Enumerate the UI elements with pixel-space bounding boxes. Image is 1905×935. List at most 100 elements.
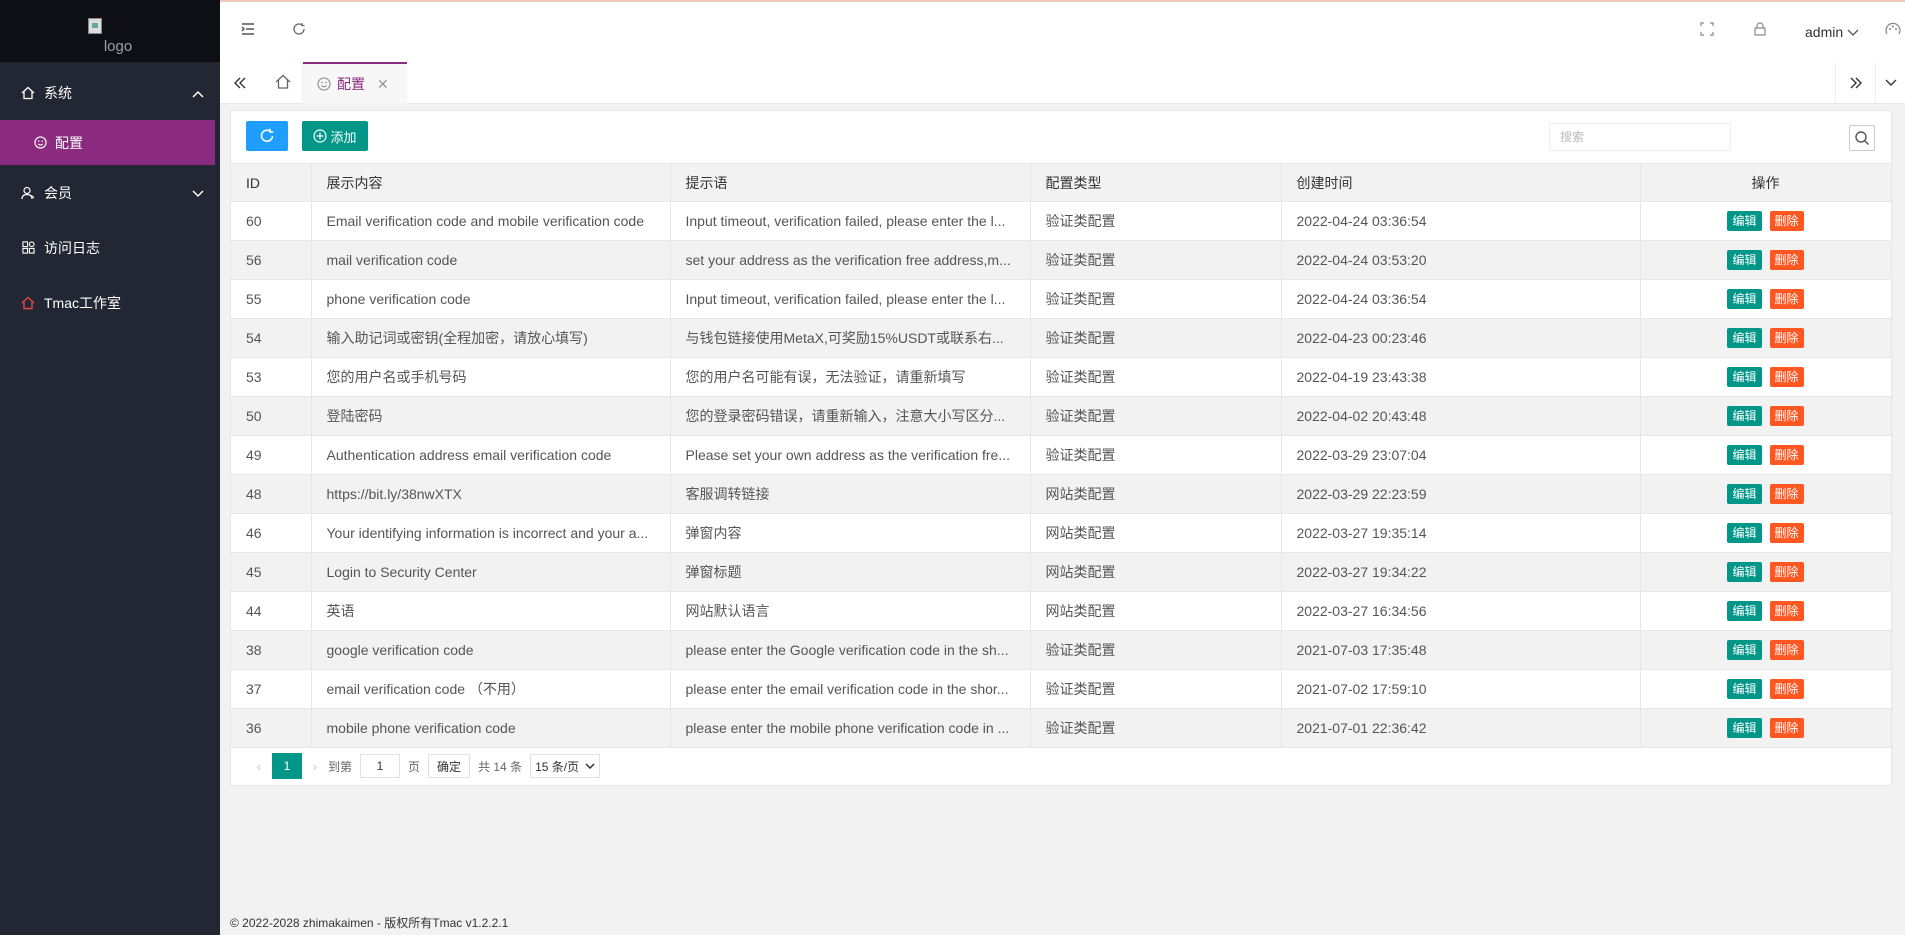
top-header: admin [220, 0, 1905, 62]
delete-button[interactable]: 删除 [1769, 562, 1804, 582]
sidebar-item-label: Tmac工作室 [44, 294, 121, 311]
edit-button[interactable]: 编辑 [1727, 601, 1762, 621]
edit-button[interactable]: 编辑 [1727, 640, 1762, 660]
page-current[interactable]: 1 [272, 753, 302, 779]
delete-button[interactable]: 删除 [1769, 445, 1804, 465]
edit-button[interactable]: 编辑 [1727, 289, 1762, 309]
table-row[interactable]: 53 您的用户名或手机号码 您的用户名可能有误，无法验证，请重新填写 验证类配置 202… [231, 357, 1892, 397]
cell-id: 56 [231, 240, 312, 280]
edit-button[interactable]: 编辑 [1727, 328, 1762, 348]
table-row[interactable]: 44 英语 网站默认语言 网站类配置 2022-03-27 16:34:56 编辑 删除 [231, 591, 1892, 631]
edit-button[interactable]: 编辑 [1727, 367, 1762, 387]
cell-id: 37 [231, 669, 312, 709]
page-jump-input[interactable]: 1 [360, 754, 401, 778]
edit-button[interactable]: 编辑 [1727, 679, 1762, 699]
column-header-type[interactable]: 配置类型 [1030, 163, 1282, 202]
delete-button[interactable]: 删除 [1769, 679, 1804, 699]
delete-button[interactable]: 删除 [1769, 640, 1804, 660]
edit-button[interactable]: 编辑 [1727, 523, 1762, 543]
cell-hint: Please set your own address as the verif… [670, 435, 1031, 475]
close-icon[interactable]: ✕ [377, 76, 389, 93]
sidebar-item-config[interactable]: 配置 [0, 120, 215, 165]
cell-actions: 编辑 删除 [1640, 279, 1892, 319]
tab-scroll-left-icon[interactable] [220, 62, 260, 103]
table-row[interactable]: 48 https://bit.ly/38nwXTX 客服调转链接 网站类配置 2022-… [231, 474, 1892, 514]
cell-type: 验证类配置 [1030, 279, 1282, 319]
add-button[interactable]: 添加 [302, 121, 368, 151]
table-row[interactable]: 45 Login to Security Center 弹窗标题 网站类配置 2022-… [231, 552, 1892, 592]
edit-button[interactable]: 编辑 [1727, 718, 1762, 738]
table-row[interactable]: 54 输入助记词或密钥(全程加密，请放心填写) 与钱包链接使用MetaX,可奖励15… [231, 318, 1892, 358]
sidebar-item-access-log[interactable]: 访问日志 [0, 220, 220, 275]
table-row[interactable]: 55 phone verification code Input timeout, … [231, 279, 1892, 319]
column-header-content[interactable]: 展示内容 [311, 163, 671, 202]
column-header-actions: 操作 [1640, 163, 1892, 202]
table-toolbar: 添加 [231, 111, 1891, 163]
cell-content: 登陆密码 [311, 396, 671, 436]
cell-id: 36 [231, 708, 312, 748]
cell-actions: 编辑 删除 [1640, 708, 1892, 748]
sidebar-item-members[interactable]: 会员 [0, 165, 220, 220]
cell-actions: 编辑 删除 [1640, 396, 1892, 436]
menu-toggle-icon[interactable] [240, 22, 256, 36]
tab-config[interactable]: 配置 ✕ [303, 62, 407, 104]
table-row[interactable]: 38 google verification code please enter t… [231, 630, 1892, 670]
tab-home[interactable] [263, 62, 303, 104]
delete-button[interactable]: 删除 [1769, 523, 1804, 543]
column-header-created[interactable]: 创建时间 [1281, 163, 1641, 202]
delete-button[interactable]: 删除 [1769, 484, 1804, 504]
search-input[interactable] [1549, 123, 1731, 151]
cell-created: 2022-04-24 03:36:54 [1281, 201, 1641, 241]
table-row[interactable]: 46 Your identifying information is incorr… [231, 513, 1892, 553]
edit-button[interactable]: 编辑 [1727, 484, 1762, 504]
theme-icon[interactable] [1885, 22, 1901, 36]
table-row[interactable]: 56 mail verification code set your address… [231, 240, 1892, 280]
next-page-icon[interactable]: › [302, 753, 328, 779]
goto-label: 到第 [328, 759, 353, 774]
tab-menu-chevron-down-icon[interactable] [1875, 62, 1905, 103]
cell-created: 2021-07-01 22:36:42 [1281, 708, 1641, 748]
fullscreen-icon[interactable] [1700, 22, 1714, 36]
edit-button[interactable]: 编辑 [1727, 445, 1762, 465]
column-header-id[interactable]: ID [231, 163, 312, 202]
footer-copyright: © 2022-2028 zhimakaimen - 版权所有Tmac v1.2.… [230, 916, 509, 930]
refresh-button[interactable] [246, 121, 288, 151]
prev-page-icon[interactable]: ‹ [246, 753, 272, 779]
cell-content: Authentication address email verificatio… [311, 435, 671, 475]
user-menu[interactable]: admin [1805, 24, 1859, 40]
edit-button[interactable]: 编辑 [1727, 211, 1762, 231]
logo-area[interactable]: logo [0, 0, 220, 62]
edit-button[interactable]: 编辑 [1727, 250, 1762, 270]
tab-scroll-right-icon[interactable] [1835, 62, 1875, 103]
sidebar: logo 系统 配置 会员 访问日志 Tmac工作室 [0, 0, 220, 935]
delete-button[interactable]: 删除 [1769, 718, 1804, 738]
username: admin [1805, 24, 1844, 40]
page-size-select[interactable]: 15 条/页 [530, 754, 601, 778]
edit-button[interactable]: 编辑 [1727, 562, 1762, 582]
table-row[interactable]: 60 Email verification code and mobile ver… [231, 201, 1892, 241]
cell-content: mobile phone verification code [311, 708, 671, 748]
cell-type: 验证类配置 [1030, 396, 1282, 436]
table-row[interactable]: 50 登陆密码 您的登录密码错误，请重新输入，注意大小写区分... 验证类配置 2022… [231, 396, 1892, 436]
cell-content: Your identifying information is incorrec… [311, 513, 671, 553]
cell-hint: 网站默认语言 [670, 591, 1031, 631]
delete-button[interactable]: 删除 [1769, 367, 1804, 387]
lock-icon[interactable] [1753, 22, 1767, 36]
table-row[interactable]: 36 mobile phone verification code please e… [231, 708, 1892, 748]
sidebar-item-system[interactable]: 系统 [0, 65, 220, 120]
delete-button[interactable]: 删除 [1769, 211, 1804, 231]
delete-button[interactable]: 删除 [1769, 406, 1804, 426]
search-button[interactable] [1849, 125, 1875, 151]
column-header-hint[interactable]: 提示语 [670, 163, 1031, 202]
cell-actions: 编辑 删除 [1640, 552, 1892, 592]
delete-button[interactable]: 删除 [1769, 601, 1804, 621]
delete-button[interactable]: 删除 [1769, 289, 1804, 309]
table-row[interactable]: 37 email verification code （不用） please ent… [231, 669, 1892, 709]
edit-button[interactable]: 编辑 [1727, 406, 1762, 426]
table-row[interactable]: 49 Authentication address email verificat… [231, 435, 1892, 475]
page-jump-confirm-button[interactable]: 确定 [428, 754, 471, 778]
delete-button[interactable]: 删除 [1769, 250, 1804, 270]
delete-button[interactable]: 删除 [1769, 328, 1804, 348]
sidebar-item-tmac[interactable]: Tmac工作室 [0, 275, 220, 330]
refresh-icon[interactable] [292, 22, 306, 36]
